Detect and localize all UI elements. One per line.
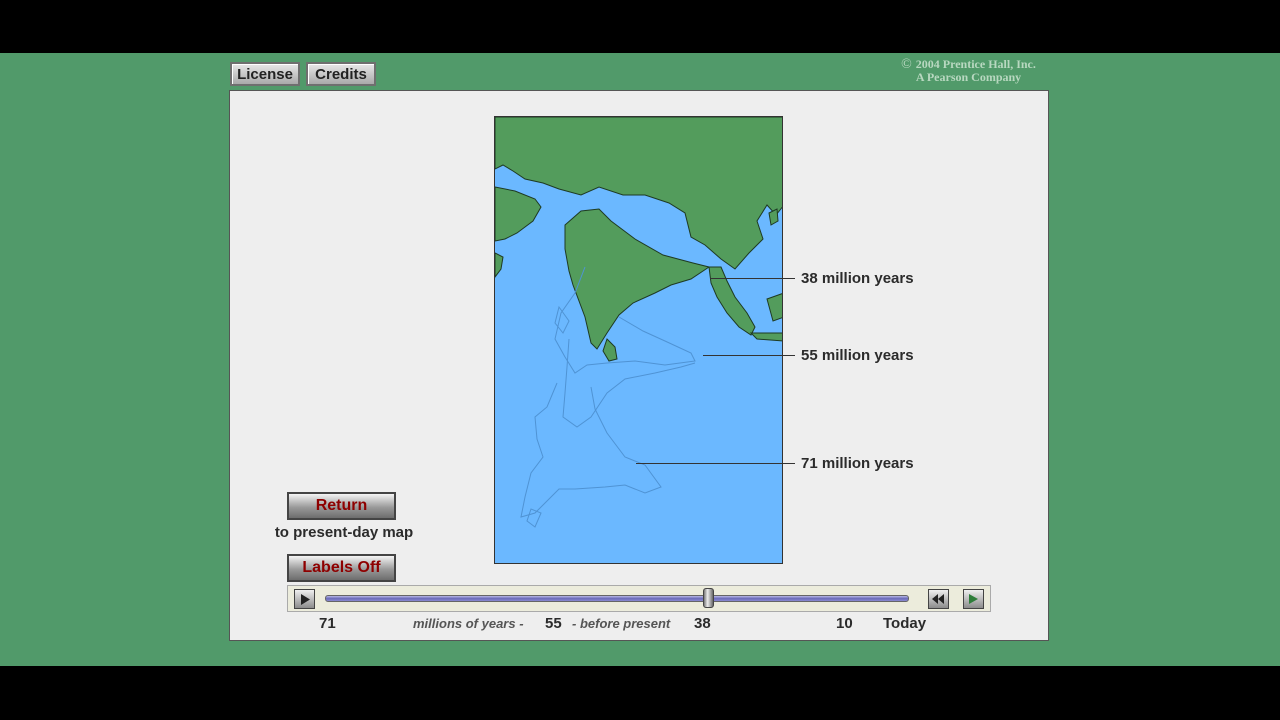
play-icon <box>300 593 310 605</box>
credits-button[interactable]: Credits <box>306 62 376 86</box>
license-button[interactable]: License <box>230 62 300 86</box>
tick-71: 71 <box>319 615 336 632</box>
timeline-track[interactable] <box>325 595 909 602</box>
timeline-slider-thumb[interactable] <box>703 588 715 608</box>
leader-line-55 <box>703 355 795 356</box>
play-button[interactable] <box>294 589 315 609</box>
step-forward-button[interactable] <box>963 589 984 609</box>
leader-line-38 <box>710 278 795 279</box>
leader-line-71 <box>636 463 795 464</box>
plate-map <box>494 116 783 564</box>
step-forward-icon <box>969 594 978 604</box>
label-55-million-years: 55 million years <box>801 347 914 364</box>
rewind-icon <box>932 594 944 604</box>
timeline-current-value: 55 <box>545 615 562 632</box>
copyright-symbol: © <box>901 57 912 72</box>
timeline-caption-suffix: - before present <box>572 616 671 631</box>
copyright-notice: © 2004 Prentice Hall, Inc. A Pearson Comp… <box>886 58 1051 84</box>
tick-10: 10 <box>836 615 853 632</box>
labels-toggle-button[interactable]: Labels Off <box>287 554 396 582</box>
copyright-line-2: A Pearson Company <box>915 70 1022 84</box>
label-71-million-years: 71 million years <box>801 455 914 472</box>
tick-38: 38 <box>694 615 711 632</box>
map-drawing <box>495 117 782 563</box>
timeline-caption-prefix: millions of years - <box>413 616 524 631</box>
label-38-million-years: 38 million years <box>801 270 914 287</box>
tick-today: Today <box>883 615 927 632</box>
rewind-button[interactable] <box>928 589 949 609</box>
copyright-line-1: 2004 Prentice Hall, Inc. <box>915 57 1036 71</box>
timeline-bar <box>287 585 991 612</box>
return-caption: to present-day map <box>274 524 414 541</box>
return-button[interactable]: Return <box>287 492 396 520</box>
